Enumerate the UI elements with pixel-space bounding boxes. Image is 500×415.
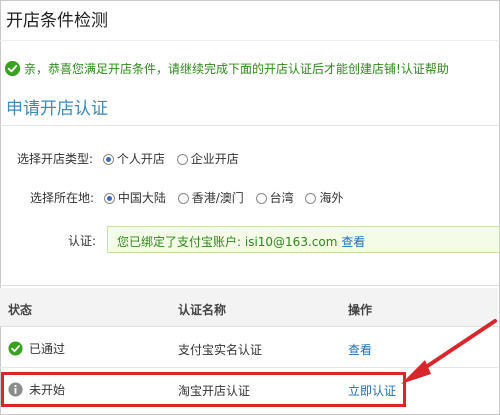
col-header-action: 操作 — [348, 303, 373, 317]
table-divider — [0, 285, 500, 286]
status-text: 已通过 — [29, 342, 66, 356]
col-header-cert-name: 认证名称 — [178, 303, 227, 317]
check-circle-icon — [4, 60, 21, 77]
cert-info-text: 您已绑定了支付宝账户: isi10@163.com — [117, 235, 338, 249]
option-personal-shop[interactable]: 个人开店 — [117, 152, 165, 166]
radio-personal-shop[interactable] — [102, 154, 114, 165]
radio-hk-macao[interactable] — [177, 193, 189, 204]
shop-type-row: 选择开店类型: 个人开店 企业开店 — [17, 150, 241, 167]
arrow-annotation — [401, 319, 497, 384]
option-hk-macao[interactable]: 香港/澳门 — [192, 191, 244, 205]
option-mainland[interactable]: 中国大陆 — [118, 191, 166, 205]
view-alipay-link[interactable]: 查看 — [341, 235, 365, 249]
radio-overseas[interactable] — [305, 193, 317, 204]
location-row: 选择所在地: 中国大陆 香港/澳门 台湾 海外 — [30, 189, 345, 206]
option-overseas[interactable]: 海外 — [319, 191, 343, 205]
success-notice: 亲，恭喜您满足开店条件，请继续完成下面的开店认证后才能创建店铺!认证帮助 — [4, 60, 449, 77]
section-title: 申请开店认证 — [6, 99, 108, 119]
view-cert-link[interactable]: 查看 — [348, 341, 372, 358]
notice-text: 亲，恭喜您满足开店条件，请继续完成下面的开店认证后才能创建店铺! — [24, 62, 401, 76]
radio-mainland[interactable] — [103, 193, 115, 204]
cert-info-box: 您已绑定了支付宝账户: isi10@163.com 查看 — [107, 226, 500, 253]
title-divider — [0, 40, 500, 41]
col-header-status: 状态 — [8, 303, 33, 317]
cert-label: 认证: — [68, 234, 97, 248]
page-title: 开店条件检测 — [6, 11, 108, 31]
location-label: 选择所在地: — [30, 191, 95, 205]
option-taiwan[interactable]: 台湾 — [270, 191, 294, 205]
radio-taiwan[interactable] — [255, 193, 267, 204]
shop-type-label: 选择开店类型: — [17, 152, 94, 166]
cert-help-link[interactable]: 认证帮助 — [401, 62, 449, 76]
option-enterprise-shop[interactable]: 企业开店 — [191, 152, 239, 166]
check-circle-icon — [8, 341, 23, 356]
highlight-annotation — [1, 372, 406, 407]
section-divider — [0, 125, 500, 126]
radio-enterprise-shop[interactable] — [176, 154, 188, 165]
status-cell: 已通过 — [8, 340, 65, 357]
cert-name-cell: 支付宝实名认证 — [178, 343, 263, 357]
